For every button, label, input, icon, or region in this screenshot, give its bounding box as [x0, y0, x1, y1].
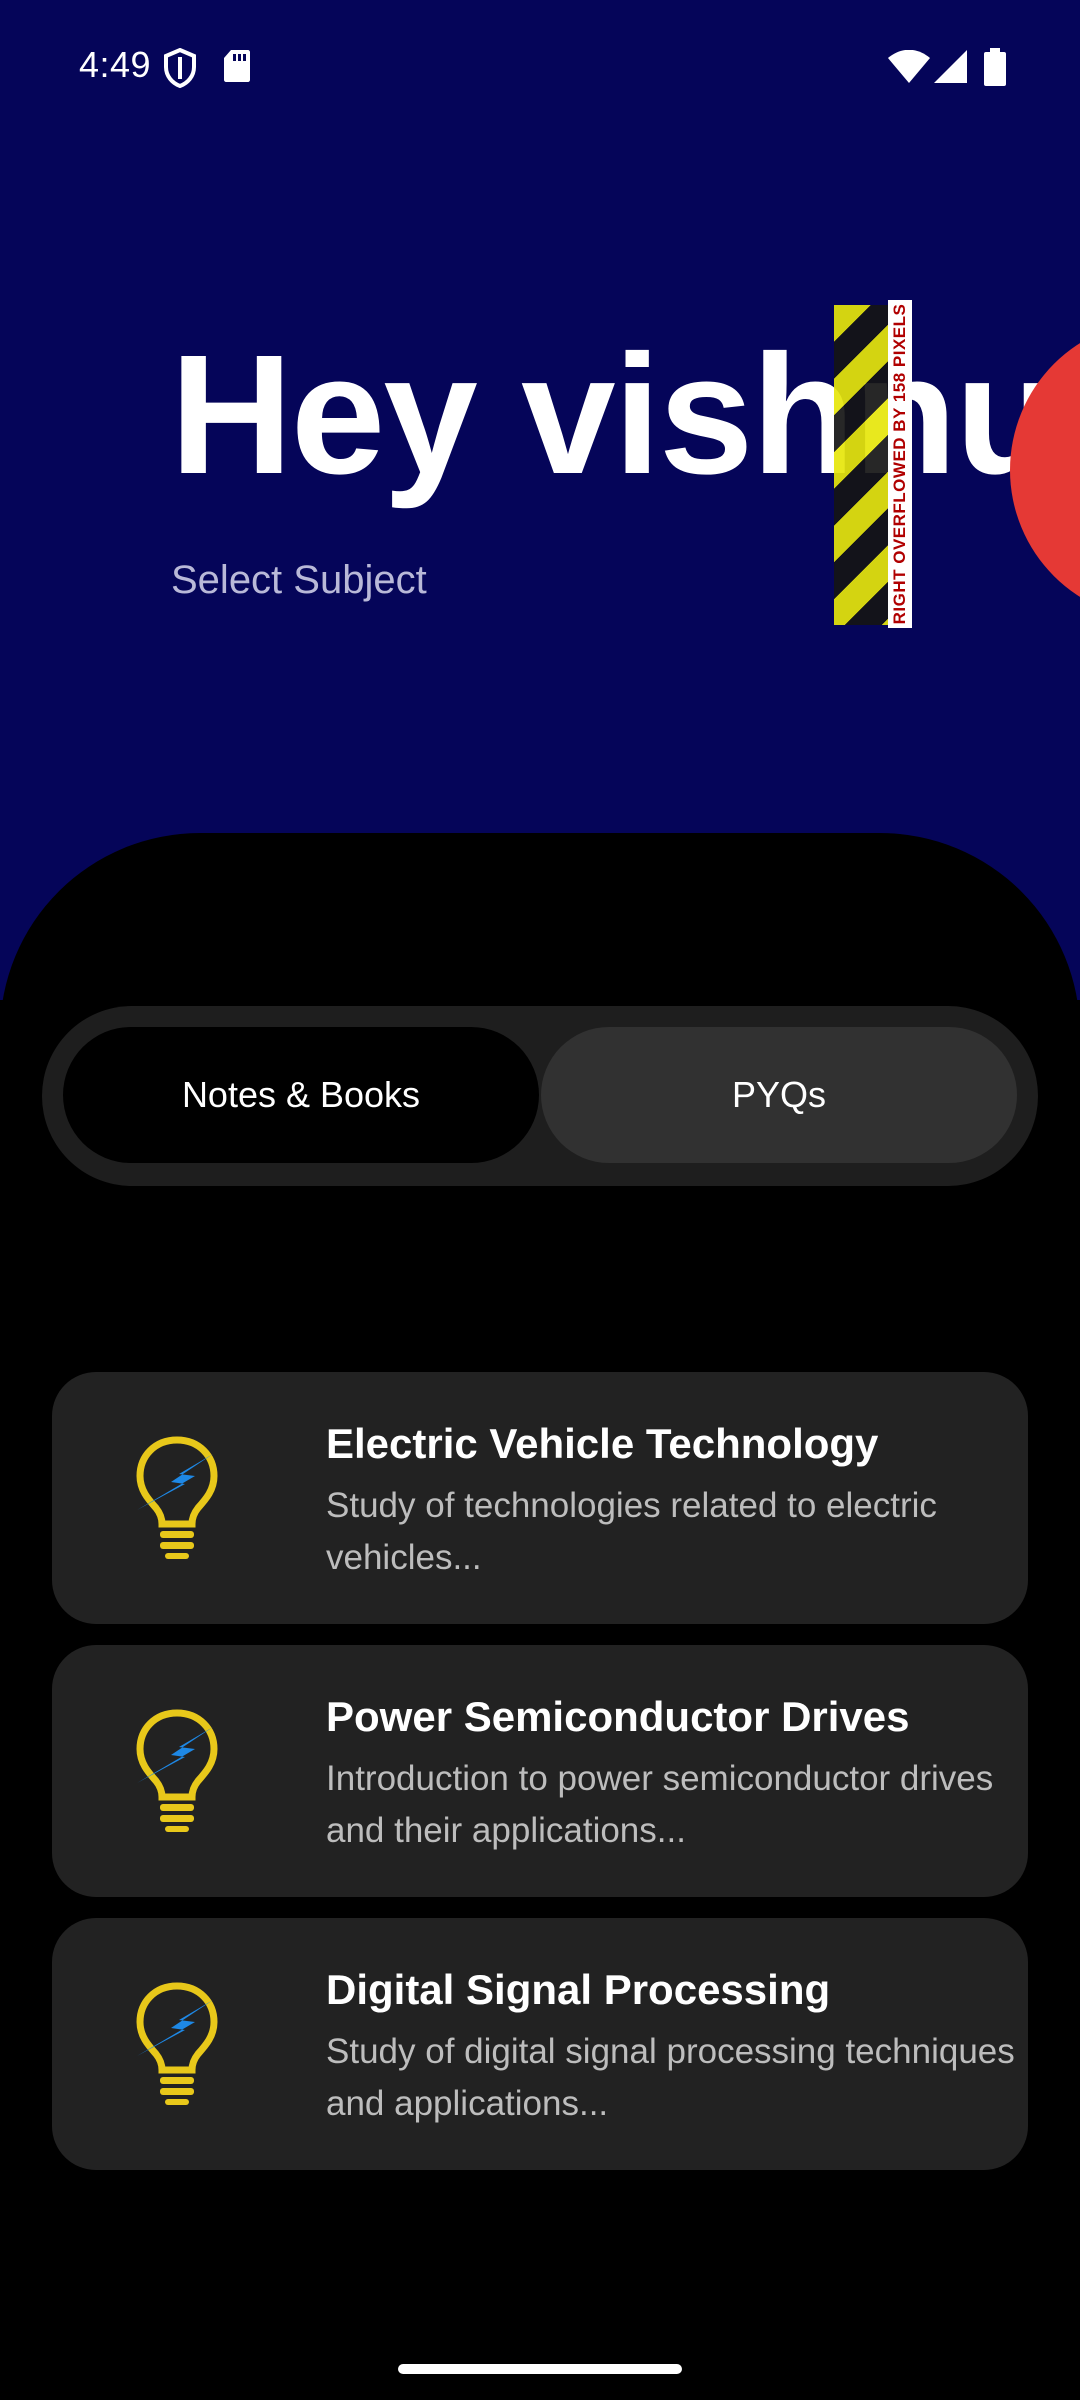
overflow-warning: RIGHT OVERFLOWED BY 158 PIXELS	[888, 300, 912, 628]
select-subject-subtitle: Select Subject	[171, 558, 427, 602]
overflow-warning-text: RIGHT OVERFLOWED BY 158 PIXELS	[890, 303, 909, 625]
subject-description: Introduction to power semiconductor driv…	[326, 1759, 994, 1850]
battery-icon	[984, 48, 1006, 86]
subject-card[interactable]: Power Semiconductor Drives Introduction …	[52, 1645, 1028, 1897]
category-toggle: Notes & Books PYQs	[42, 1006, 1038, 1186]
lightbulb-icon	[136, 1709, 218, 1832]
subject-card[interactable]: Electric Vehicle Technology Study of tec…	[52, 1372, 1028, 1624]
home-indicator[interactable]	[398, 2364, 682, 2374]
status-bar: 4:49	[0, 0, 1080, 134]
sd-card-icon	[224, 50, 250, 82]
subject-description: Study of technologies related to electri…	[326, 1486, 937, 1577]
subject-title: Digital Signal Processing	[326, 1966, 831, 2013]
signal-icon	[934, 50, 967, 83]
lightbulb-icon	[136, 1436, 218, 1559]
subject-title: Power Semiconductor Drives	[326, 1693, 910, 1740]
tab-pyqs-label: PYQs	[731, 1074, 827, 1115]
shield-icon	[164, 48, 196, 88]
subject-title: Electric Vehicle Technology	[326, 1420, 879, 1467]
tab-notes-books-label: Notes & Books	[181, 1074, 421, 1115]
wifi-icon	[888, 50, 930, 83]
tab-pyqs[interactable]: PYQs	[541, 1027, 1017, 1163]
greeting-title: Hey vishnu	[170, 320, 1059, 510]
subject-description: Study of digital signal processing techn…	[326, 2032, 1015, 2123]
tab-notes-books[interactable]: Notes & Books	[63, 1027, 539, 1163]
lightbulb-icon	[136, 1982, 218, 2105]
subject-card[interactable]: Digital Signal Processing Study of digit…	[52, 1918, 1028, 2170]
status-time: 4:49	[79, 44, 152, 85]
